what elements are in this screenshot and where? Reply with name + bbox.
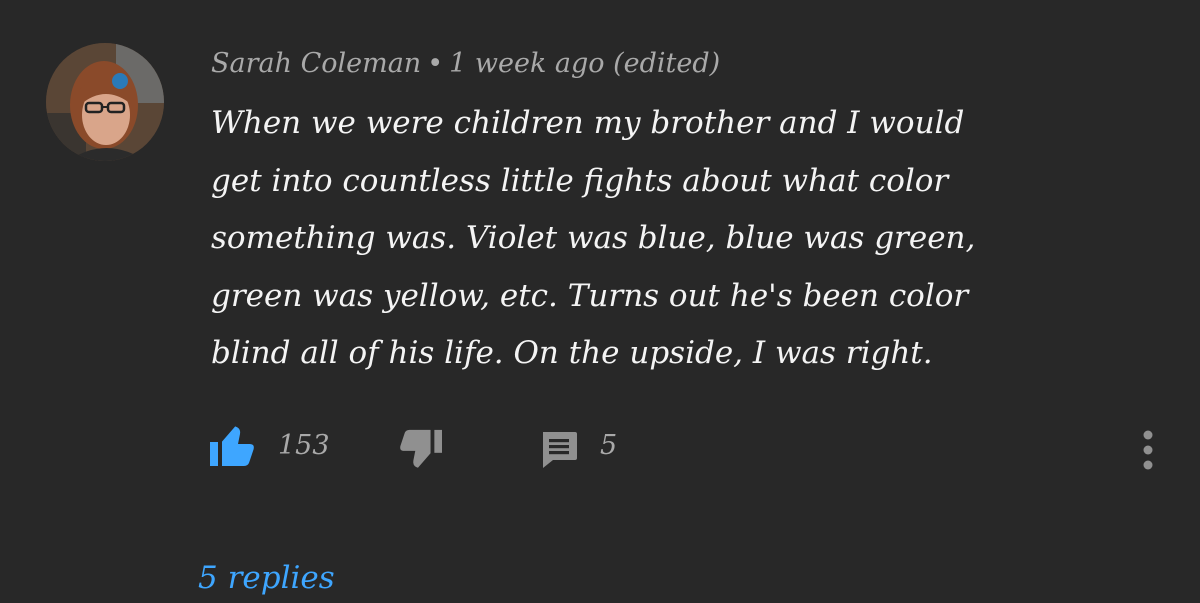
comment-line: When we were children my brother and I w… (211, 105, 965, 141)
author-name[interactable]: Sarah Coleman (211, 48, 421, 79)
reply-count: 5 (600, 430, 618, 461)
comment-icon (543, 432, 577, 468)
more-vertical-icon (1143, 430, 1153, 470)
thumbs-up-icon (210, 426, 254, 466)
action-bar: 153 5 (0, 420, 1200, 480)
separator-dot: • (427, 48, 444, 79)
dislike-button[interactable] (398, 428, 444, 474)
like-count: 153 (278, 430, 330, 461)
more-options-button[interactable] (1136, 430, 1160, 476)
thumbs-down-icon (400, 429, 442, 468)
comment-body: When we were children my brother and I w… (211, 95, 1141, 383)
like-button[interactable] (208, 424, 256, 472)
reply-button[interactable] (539, 430, 579, 474)
avatar-image (46, 43, 164, 161)
comment-line: get into countless little fights about w… (211, 162, 949, 199)
comment-thread: Sarah Coleman • 1 week ago (edited) When w… (0, 0, 1200, 603)
comment-line: blind all of his life. On the upside, I … (211, 335, 933, 371)
timestamp: 1 week ago (edited) (449, 48, 721, 79)
comment-line: something was. Violet was blue, blue was… (211, 220, 976, 256)
comment-header: Sarah Coleman • 1 week ago (edited) (211, 44, 720, 84)
comment-line: green was yellow, etc. Turns out he's be… (211, 277, 969, 314)
avatar[interactable] (46, 43, 164, 161)
view-replies-link[interactable]: 5 replies (198, 556, 335, 600)
